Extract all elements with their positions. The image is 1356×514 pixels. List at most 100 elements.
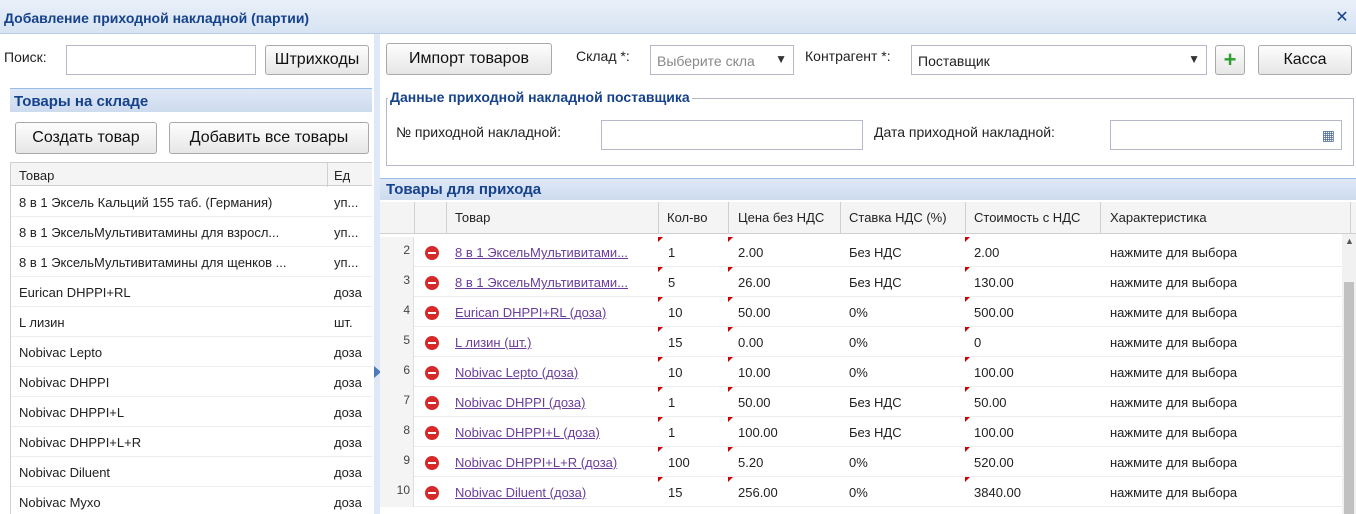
price-cell[interactable]: 256.00 xyxy=(738,485,833,500)
add-counterparty-button[interactable]: + xyxy=(1215,45,1245,75)
create-product-button[interactable]: Создать товар xyxy=(15,122,157,154)
product-link[interactable]: 8 в 1 ЭксельМультивитами... xyxy=(455,245,650,260)
delete-row-icon[interactable] xyxy=(425,366,439,380)
price-cell[interactable]: 5.20 xyxy=(738,455,833,470)
column-header-feature[interactable]: Характеристика xyxy=(1110,210,1207,225)
barcodes-button[interactable]: Штрихкоды xyxy=(265,45,369,75)
price-cell[interactable]: 100.00 xyxy=(738,425,833,440)
table-row[interactable]: 8 Nobivac DHPPI+L (доза) 1 100.00 Без НДС 100… xyxy=(380,417,1342,447)
price-cell[interactable]: 2.00 xyxy=(738,245,833,260)
table-row[interactable]: 5 L лизин (шт.) 15 0.00 0% 0 нажмите для выбор… xyxy=(380,327,1342,357)
column-header-qty[interactable]: Кол-во xyxy=(667,210,707,225)
feature-cell[interactable]: нажмите для выбора xyxy=(1110,305,1330,320)
vat-cell[interactable]: 0% xyxy=(849,305,959,320)
delete-row-icon[interactable] xyxy=(425,306,439,320)
add-all-products-button[interactable]: Добавить все товары xyxy=(169,122,369,154)
column-header-vat[interactable]: Ставка НДС (%) xyxy=(849,210,947,225)
cost-cell[interactable]: 500.00 xyxy=(974,305,1094,320)
vat-cell[interactable]: 0% xyxy=(849,455,959,470)
counterparty-select[interactable]: Поставщик ▼ xyxy=(911,45,1207,75)
qty-cell[interactable]: 10 xyxy=(668,305,723,320)
warehouse-select[interactable]: Выберите скла ▼ xyxy=(650,45,794,75)
table-row[interactable]: Nobivac DHPPI+L+R доза xyxy=(11,427,372,457)
table-row[interactable]: 3 8 в 1 ЭксельМультивитами... 5 26.00 Без НД… xyxy=(380,267,1342,297)
product-link[interactable]: Nobivac DHPPI (доза) xyxy=(455,395,650,410)
qty-cell[interactable]: 1 xyxy=(668,245,723,260)
column-header-cost[interactable]: Стоимость с НДС xyxy=(974,210,1080,225)
column-header-price[interactable]: Цена без НДС xyxy=(738,210,824,225)
delete-row-icon[interactable] xyxy=(425,246,439,260)
price-cell[interactable]: 10.00 xyxy=(738,365,833,380)
scrollbar-thumb[interactable] xyxy=(1344,282,1354,514)
feature-cell[interactable]: нажмите для выбора xyxy=(1110,395,1330,410)
search-input[interactable] xyxy=(66,45,256,75)
delete-row-icon[interactable] xyxy=(425,276,439,290)
feature-cell[interactable]: нажмите для выбора xyxy=(1110,425,1330,440)
incoming-grid-scrollbar[interactable]: ▲ xyxy=(1342,234,1356,514)
cost-cell[interactable]: 3840.00 xyxy=(974,485,1094,500)
column-header-unit[interactable]: Ед xyxy=(334,168,350,183)
price-cell[interactable]: 50.00 xyxy=(738,305,833,320)
price-cell[interactable]: 50.00 xyxy=(738,395,833,410)
feature-cell[interactable]: нажмите для выбора xyxy=(1110,275,1330,290)
delete-row-icon[interactable] xyxy=(425,486,439,500)
qty-cell[interactable]: 100 xyxy=(668,455,723,470)
vat-cell[interactable]: 0% xyxy=(849,485,959,500)
price-cell[interactable]: 26.00 xyxy=(738,275,833,290)
table-row[interactable]: Nobivac Diluent доза xyxy=(11,457,372,487)
table-row[interactable]: Nobivac Myxo доза xyxy=(11,487,372,514)
table-row[interactable]: Nobivac Lepto доза xyxy=(11,337,372,367)
feature-cell[interactable]: нажмите для выбора xyxy=(1110,485,1330,500)
cost-cell[interactable]: 100.00 xyxy=(974,425,1094,440)
cost-cell[interactable]: 520.00 xyxy=(974,455,1094,470)
scroll-up-icon[interactable]: ▲ xyxy=(1345,236,1354,246)
qty-cell[interactable]: 1 xyxy=(668,395,723,410)
invoice-number-input[interactable] xyxy=(601,120,863,150)
table-row[interactable]: 8 в 1 Эксель Кальций 155 таб. (Германия)… xyxy=(11,187,372,217)
table-row[interactable]: Eurican DHPPI+RL доза xyxy=(11,277,372,307)
cost-cell[interactable]: 2.00 xyxy=(974,245,1094,260)
product-link[interactable]: Nobivac Diluent (доза) xyxy=(455,485,650,500)
product-link[interactable]: Nobivac DHPPI+L (доза) xyxy=(455,425,650,440)
price-cell[interactable]: 0.00 xyxy=(738,335,833,350)
table-row[interactable]: 6 Nobivac Lepto (доза) 10 10.00 0% 100.00 нажм… xyxy=(380,357,1342,387)
table-row[interactable]: Nobivac DHPPI доза xyxy=(11,367,372,397)
column-header-product[interactable]: Товар xyxy=(19,168,54,183)
table-row[interactable]: 9 Nobivac DHPPI+L+R (доза) 100 5.20 0% 520.00… xyxy=(380,447,1342,477)
table-row[interactable]: 7 Nobivac DHPPI (доза) 1 50.00 Без НДС 50.00 н… xyxy=(380,387,1342,417)
table-row[interactable]: 8 в 1 ЭксельМультивитамины для взросл...… xyxy=(11,217,372,247)
calendar-icon[interactable]: ▦ xyxy=(1322,127,1335,144)
cost-cell[interactable]: 100.00 xyxy=(974,365,1094,380)
column-header-product[interactable]: Товар xyxy=(455,210,490,225)
product-link[interactable]: Eurican DHPPI+RL (доза) xyxy=(455,305,650,320)
invoice-date-input[interactable]: ▦ xyxy=(1110,120,1342,150)
cost-cell[interactable]: 50.00 xyxy=(974,395,1094,410)
qty-cell[interactable]: 15 xyxy=(668,335,723,350)
vat-cell[interactable]: Без НДС xyxy=(849,245,959,260)
product-link[interactable]: L лизин (шт.) xyxy=(455,335,650,350)
product-link[interactable]: Nobivac DHPPI+L+R (доза) xyxy=(455,455,650,470)
vat-cell[interactable]: 0% xyxy=(849,335,959,350)
qty-cell[interactable]: 15 xyxy=(668,485,723,500)
table-row[interactable]: 4 Eurican DHPPI+RL (доза) 10 50.00 0% 500.00 н… xyxy=(380,297,1342,327)
cash-button[interactable]: Касса xyxy=(1258,45,1352,75)
vat-cell[interactable]: 0% xyxy=(849,365,959,380)
vat-cell[interactable]: Без НДС xyxy=(849,425,959,440)
qty-cell[interactable]: 10 xyxy=(668,365,723,380)
close-icon[interactable]: ✕ xyxy=(1334,10,1350,26)
product-link[interactable]: 8 в 1 ЭксельМультивитами... xyxy=(455,275,650,290)
table-row[interactable]: 8 в 1 ЭксельМультивитамины для щенков ..… xyxy=(11,247,372,277)
delete-row-icon[interactable] xyxy=(425,336,439,350)
delete-row-icon[interactable] xyxy=(425,426,439,440)
feature-cell[interactable]: нажмите для выбора xyxy=(1110,365,1330,380)
table-row[interactable]: L лизин шт. xyxy=(11,307,372,337)
delete-row-icon[interactable] xyxy=(425,396,439,410)
table-row[interactable]: Nobivac DHPPI+L доза xyxy=(11,397,372,427)
delete-row-icon[interactable] xyxy=(425,456,439,470)
table-row[interactable]: 2 8 в 1 ЭксельМультивитами... 1 2.00 Без НДС… xyxy=(380,237,1342,267)
import-products-button[interactable]: Импорт товаров xyxy=(386,43,552,75)
feature-cell[interactable]: нажмите для выбора xyxy=(1110,455,1330,470)
table-row[interactable]: 10 Nobivac Diluent (доза) 15 256.00 0% 3840.0… xyxy=(380,477,1342,507)
qty-cell[interactable]: 1 xyxy=(668,425,723,440)
cost-cell[interactable]: 130.00 xyxy=(974,275,1094,290)
